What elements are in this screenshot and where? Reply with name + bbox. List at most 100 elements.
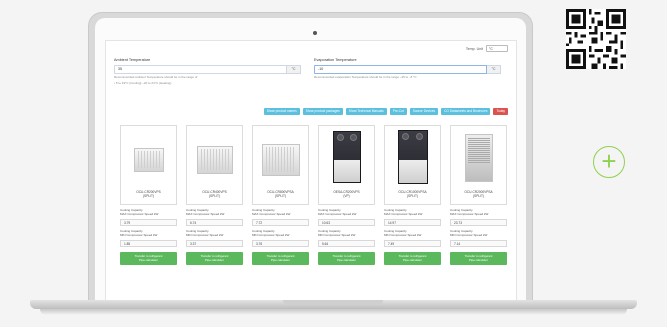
product-model-type: (SPLIT): [275, 194, 286, 198]
product-card: OCU-CR2000VPSA (SPLIT) Cooling Capacity MA…: [450, 125, 507, 265]
ambient-temperature-group: Ambient Temperature 35 °C Recommended am…: [114, 58, 301, 86]
spec-label-line2: MAX Compressor Speed kW: [384, 211, 423, 216]
product-model-type: (SPLIT): [473, 194, 484, 198]
spec-value: 23.73: [450, 219, 507, 226]
product-tile[interactable]: OCU-CR800VPSA (SPLIT): [252, 125, 309, 205]
evaporation-temperature-group: Evaporation Temperature -10 °C Recommend…: [314, 58, 501, 80]
evaporation-temperature-input[interactable]: -10: [314, 65, 487, 74]
transfer-button-line2: Pipe calculator: [337, 258, 356, 262]
pre-cut-button[interactable]: Pre-Cut: [389, 108, 407, 115]
spec-label-line2: MAX Compressor Speed kW: [318, 211, 357, 216]
show-product-packages-button[interactable]: Show product packages: [302, 108, 343, 115]
source-devices-button[interactable]: Source Devices: [409, 108, 439, 115]
transfer-button[interactable]: Transfer to refrigerant Pipe calculator: [450, 252, 507, 265]
spec-label: Cooling Capacity MAX Compressor Speed kW: [120, 208, 177, 217]
product-card: OESA-CR200VPS (VP) Cooling Capacity MAX Co…: [318, 125, 375, 265]
spec-label: Cooling Capacity MIN Compressor Speed kW: [120, 229, 177, 238]
datasheets-brochures-button[interactable]: CO Datasheets and Brochures: [441, 108, 491, 115]
spec-label: Cooling Capacity MAX Compressor Speed kW: [384, 208, 441, 217]
spec-label: Cooling Capacity MAX Compressor Speed kW: [450, 208, 507, 217]
product-name: OCU-CR2000VPSA (SPLIT): [453, 190, 504, 198]
fan-icon: [401, 133, 409, 140]
transfer-button[interactable]: Transfer to refrigerant Pipe calculator: [318, 252, 375, 265]
product-model-type: (SPLIT): [209, 194, 220, 198]
camera-icon: [313, 31, 317, 35]
evaporation-temperature-label: Evaporation Temperature: [314, 58, 357, 62]
spec-value: 3.37: [186, 240, 243, 247]
app-screen: Temp. Unit °C Ambient Temperature 35 °C …: [105, 40, 517, 302]
condensing-unit-image: [261, 144, 300, 176]
show-product-names-button[interactable]: Show product names: [263, 108, 300, 115]
product-tile[interactable]: OCU-CR200VPS (SPLIT): [120, 125, 177, 205]
ambient-temperature-hint-1: Recommended ambient Temperature should b…: [114, 75, 198, 79]
spec-value: 6.74: [186, 219, 243, 226]
spec-label-line2: MAX Compressor Speed kW: [450, 211, 489, 216]
transfer-button[interactable]: Transfer to refrigerant Pipe calculator: [252, 252, 309, 265]
vertical-unit-image: [397, 130, 428, 184]
spec-label-line2: MIN Compressor Speed kW: [252, 232, 290, 237]
qr-code-icon: [566, 9, 626, 69]
product-model-type: (VP): [343, 194, 350, 198]
spec-label-line2: MIN Compressor Speed kW: [384, 232, 422, 237]
spec-label-line2: MIN Compressor Speed kW: [120, 232, 158, 237]
spec-label-line2: MIN Compressor Speed kW: [318, 232, 356, 237]
spec-value: 10.63: [318, 219, 375, 226]
today-button[interactable]: Today: [493, 108, 508, 115]
promo-stage: Temp. Unit °C Ambient Temperature 35 °C …: [0, 0, 667, 327]
product-card: OCU-CR800VPSA (SPLIT) Cooling Capacity MAX…: [252, 125, 309, 265]
product-name: OESA-CR200VPS (VP): [321, 190, 372, 198]
spec-value: 1.85: [120, 240, 177, 247]
transfer-button[interactable]: Transfer to refrigerant Pipe calculator: [186, 252, 243, 265]
spec-value: 14.97: [384, 219, 441, 226]
product-tile[interactable]: OCU-CR1000VPSA (SPLIT): [384, 125, 441, 205]
transfer-button-line2: Pipe calculator: [271, 258, 290, 262]
transfer-button-line2: Pipe calculator: [205, 258, 224, 262]
ambient-temperature-label: Ambient Temperature: [114, 58, 151, 62]
product-cards: OCU-CR200VPS (SPLIT) Cooling Capacity MAX …: [120, 125, 508, 265]
spec-label-line2: MAX Compressor Speed kW: [186, 211, 225, 216]
evaporation-temperature-row: -10 °C: [314, 65, 501, 74]
spec-label-line2: MIN Compressor Speed kW: [450, 232, 488, 237]
product-card: OCU-CR200VPS (SPLIT) Cooling Capacity MAX …: [120, 125, 177, 265]
spec-label-line2: MAX Compressor Speed kW: [252, 211, 291, 216]
spec-label: Cooling Capacity MAX Compressor Speed kW: [318, 208, 375, 217]
spec-label: Cooling Capacity MAX Compressor Speed kW: [186, 208, 243, 217]
unit-panel: [333, 159, 360, 182]
fan-icon: [415, 133, 423, 140]
ambient-temperature-unit: °C: [287, 65, 301, 74]
temperature-unit-selector: Temp. Unit °C: [466, 45, 508, 52]
spec-label: Cooling Capacity MIN Compressor Speed kW: [186, 229, 243, 238]
fan-icon: [336, 134, 344, 141]
plus-circle-icon[interactable]: +: [593, 146, 625, 178]
spec-label: Cooling Capacity MAX Compressor Speed kW: [252, 208, 309, 217]
transfer-button[interactable]: Transfer to refrigerant Pipe calculator: [120, 252, 177, 265]
spec-label-line2: MIN Compressor Speed kW: [186, 232, 224, 237]
spec-label: Cooling Capacity MIN Compressor Speed kW: [384, 229, 441, 238]
product-name: OCU-CR200VPS (SPLIT): [123, 190, 174, 198]
ambient-temperature-hint-2: • 5 to 43°C (Cooling) –20 to 24°C (Heati…: [114, 80, 172, 85]
transfer-button[interactable]: Transfer to refrigerant Pipe calculator: [384, 252, 441, 265]
spec-label: Cooling Capacity MIN Compressor Speed kW: [318, 229, 375, 238]
laptop-shadow: [40, 309, 627, 315]
temperature-unit-select[interactable]: °C: [486, 45, 508, 52]
temperature-unit-label: Temp. Unit: [465, 46, 483, 51]
condensing-unit-image: [464, 134, 493, 182]
transfer-button-line2: Pipe calculator: [139, 258, 158, 262]
ambient-temperature-input[interactable]: 35: [114, 65, 287, 74]
vertical-unit-image: [332, 131, 361, 183]
spec-value: 5.64: [318, 240, 375, 247]
spec-value: 7.72: [252, 219, 309, 226]
product-tile[interactable]: OCU-CR400VPS (SPLIT): [186, 125, 243, 205]
product-tile[interactable]: OESA-CR200VPS (VP): [318, 125, 375, 205]
show-technical-manuals-button[interactable]: Show Technical Manuals: [345, 108, 387, 115]
product-tile[interactable]: OCU-CR2000VPSA (SPLIT): [450, 125, 507, 205]
unit-panel: [398, 159, 427, 183]
evaporation-temperature-unit: °C: [487, 65, 501, 74]
transfer-button-line2: Pipe calculator: [469, 258, 488, 262]
product-card: OCU-CR1000VPSA (SPLIT) Cooling Capacity MA…: [384, 125, 441, 265]
spec-value: 7.49: [384, 240, 441, 247]
ambient-temperature-row: 35 °C: [114, 65, 301, 74]
fan-icon: [349, 134, 357, 141]
spec-value: 3.79: [120, 219, 177, 226]
product-name: OCU-CR400VPS (SPLIT): [189, 190, 240, 198]
